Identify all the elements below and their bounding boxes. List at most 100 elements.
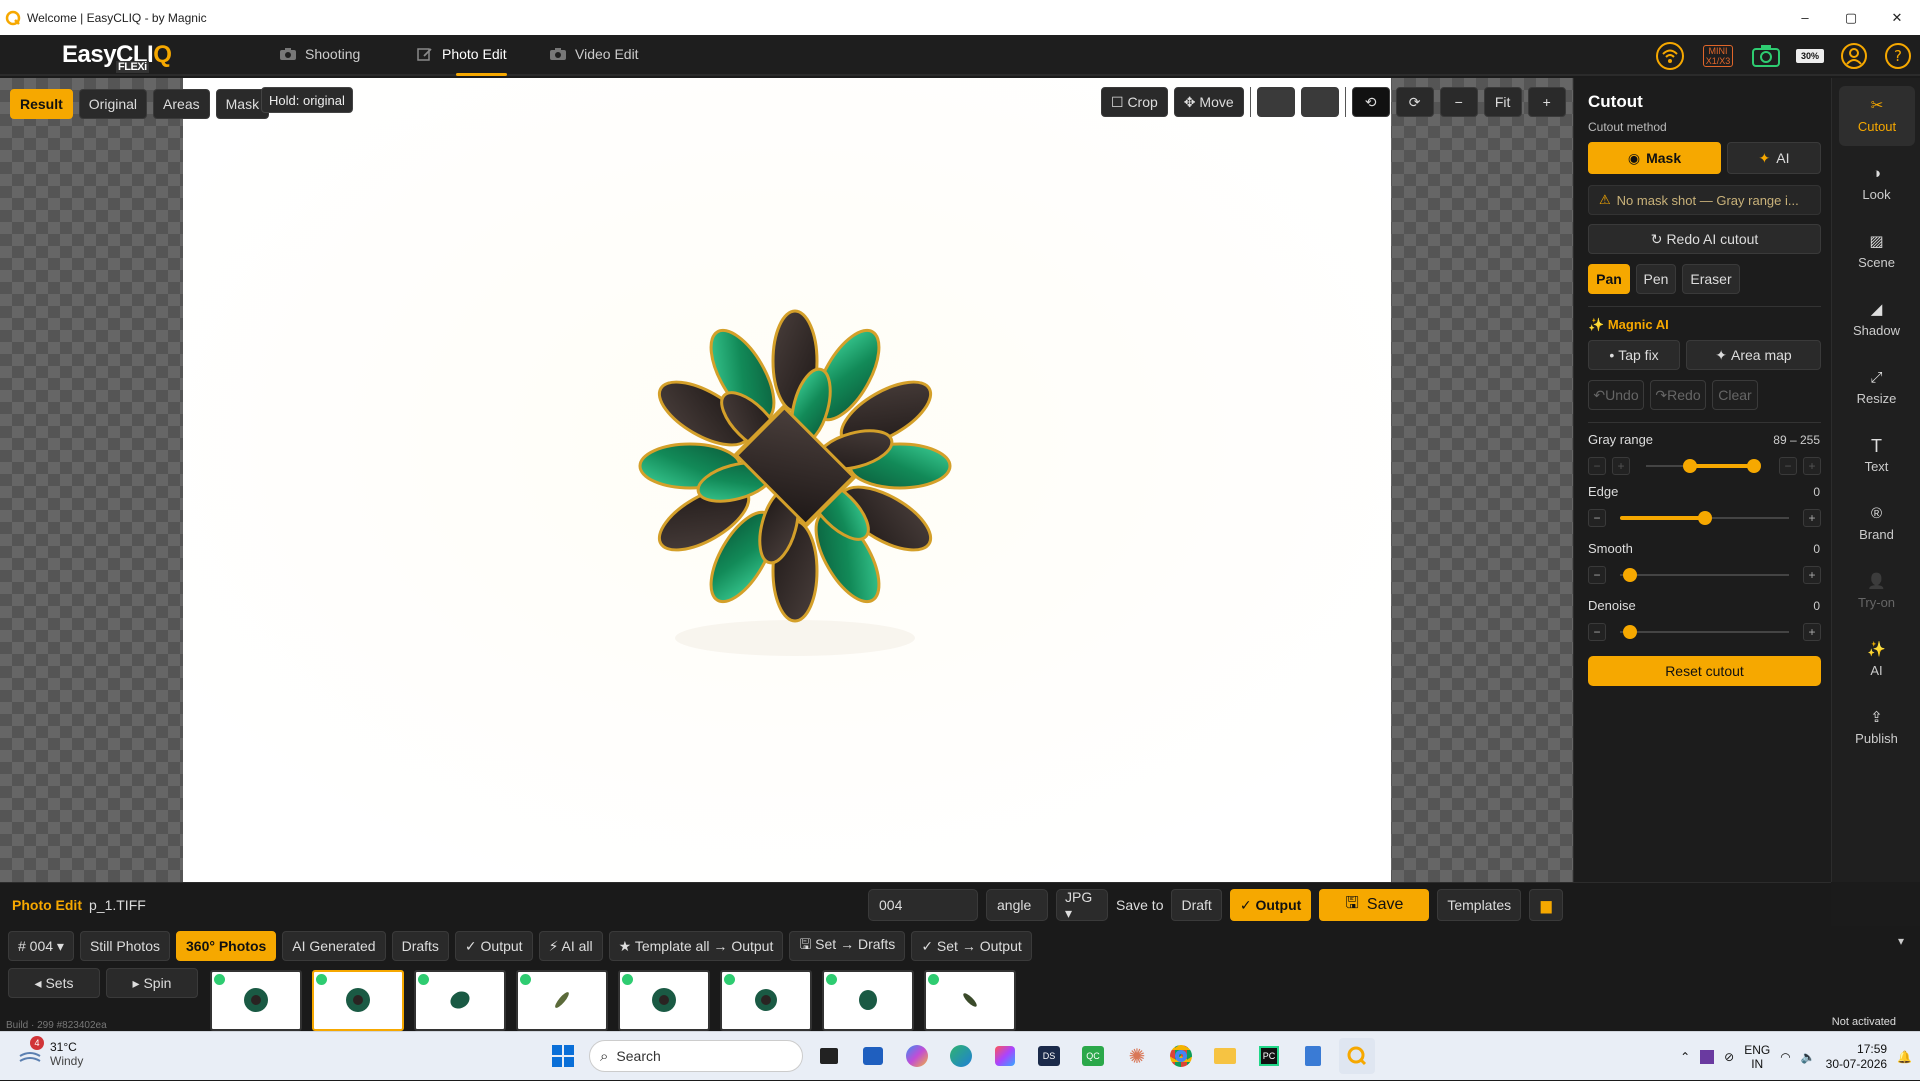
format-select[interactable]: JPG ▾ [1056,889,1108,921]
redo-ai-cutout-button[interactable]: ↻ Redo AI cutout [1588,224,1821,254]
help-icon[interactable]: ? [1882,40,1914,72]
gray-low-knob[interactable] [1683,459,1697,473]
collapse-gallery-button[interactable]: ▾ [1898,934,1904,948]
move-button[interactable]: ✥ Move [1173,87,1244,117]
denoise-increase[interactable]: + [1803,623,1821,641]
smooth-increase[interactable]: + [1803,566,1821,584]
redo-canvas-button[interactable] [1300,87,1339,117]
clock[interactable]: 17:59 30-07-2026 [1826,1042,1887,1072]
gray-low-increase[interactable]: + [1612,457,1630,475]
undo-canvas-button[interactable] [1256,87,1295,117]
thumbnail-7[interactable] [822,970,914,1031]
set-to-drafts-button[interactable]: 🖫 Set → Drafts [789,931,906,961]
smooth-decrease[interactable]: − [1588,566,1606,584]
gray-high-knob[interactable] [1747,459,1761,473]
method-ai-button[interactable]: ✦ AI [1727,142,1821,174]
volume-icon[interactable]: 🔈 [1801,1050,1816,1064]
undo-button[interactable]: ↶ Undo [1588,380,1644,410]
start-button[interactable] [545,1038,581,1074]
camera-status-icon[interactable] [1750,40,1782,72]
tab-areas[interactable]: Areas [153,89,210,119]
nav-tab-shooting[interactable]: Shooting [279,46,360,62]
easycliq-taskbar-icon[interactable] [1339,1038,1375,1074]
sidenav-resize[interactable]: ⤢ Resize [1832,358,1920,418]
thumbnail-1[interactable] [210,970,302,1031]
zoom-in-button[interactable]: + [1527,87,1566,117]
zoom-out-button[interactable]: − [1439,87,1478,117]
taskbar-search[interactable]: ⌕ Search [589,1040,803,1072]
save-button[interactable]: 🖫 Save [1319,889,1430,921]
tab-drafts[interactable]: Drafts [391,931,449,961]
notepad-icon[interactable] [1295,1038,1331,1074]
spin-button[interactable]: ▸ Spin [106,968,198,998]
clickup-icon[interactable] [987,1038,1023,1074]
tab-360-photos[interactable]: 360° Photos [176,931,277,961]
smooth-slider[interactable]: − + [1588,566,1821,584]
edge-knob[interactable] [1698,511,1712,525]
denoise-knob[interactable] [1623,625,1637,639]
smooth-knob[interactable] [1623,568,1637,582]
crop-button[interactable]: ☐ Crop [1101,87,1168,117]
sidenav-brand[interactable]: ® Brand [1832,494,1920,554]
reset-cutout-button[interactable]: Reset cutout [1588,656,1821,686]
gray-low-decrease[interactable]: − [1588,457,1606,475]
sidenav-cutout[interactable]: ✂ Cutout [1839,86,1915,146]
tool-pan[interactable]: Pan [1588,264,1630,294]
save-to-output-button[interactable]: ✓ Output [1229,889,1312,921]
thumbnail-4[interactable] [516,970,608,1031]
sidenav-text[interactable]: T Text [1832,426,1920,486]
thumbnail-6[interactable] [720,970,812,1031]
area-map-button[interactable]: ✦ Area map [1686,340,1821,370]
edge-increase[interactable]: + [1803,509,1821,527]
weather-widget[interactable]: 4 31°C Windy [18,1036,83,1068]
thumbnail-5[interactable] [618,970,710,1031]
language-indicator[interactable]: ENG IN [1744,1043,1770,1071]
qc-app-icon[interactable]: QC [1075,1038,1111,1074]
sidenav-scene[interactable]: ▨ Scene [1832,222,1920,282]
tab-ai-generated[interactable]: AI Generated [282,931,386,961]
chevron-up-icon[interactable]: ⌃ [1680,1050,1690,1064]
thumbnail-8[interactable] [924,970,1016,1031]
claude-icon[interactable]: ✺ [1119,1038,1155,1074]
set-to-output-button[interactable]: ✓ Set → Output [911,931,1032,961]
gray-high-increase[interactable]: + [1803,457,1821,475]
edge-icon[interactable] [943,1038,979,1074]
denoise-decrease[interactable]: − [1588,623,1606,641]
wifi-tray-icon[interactable]: ◠ [1780,1050,1790,1064]
canvas-area[interactable] [0,78,1573,882]
folder-button[interactable]: ▆ [1529,889,1564,921]
notifications-icon[interactable]: 🔔 [1897,1050,1912,1064]
file-explorer-icon[interactable] [1207,1038,1243,1074]
product-photo[interactable] [183,78,1391,882]
close-button[interactable]: ✕ [1874,0,1920,35]
angle-field[interactable]: angle [986,889,1048,921]
store-icon[interactable] [855,1038,891,1074]
gray-range-slider[interactable]: − + − + [1588,457,1821,475]
rotate-left-button[interactable]: ⟲ [1351,87,1390,117]
template-all-output-button[interactable]: ★ Template all → Output [608,931,784,961]
name-field[interactable]: 004 [868,889,978,921]
thumbnail-3[interactable] [414,970,506,1031]
tab-result[interactable]: Result [10,89,73,119]
copilot-icon[interactable] [899,1038,935,1074]
templates-button[interactable]: Templates [1437,889,1522,921]
mini-x1x3-badge[interactable]: MINI X1/X3 [1698,40,1738,72]
user-icon[interactable] [1838,40,1870,72]
denoise-slider[interactable]: − + [1588,623,1821,641]
edge-decrease[interactable]: − [1588,509,1606,527]
maximize-button[interactable]: ▢ [1828,0,1874,35]
chrome-icon[interactable] [1163,1038,1199,1074]
wifi-icon[interactable] [1654,40,1686,72]
ds-app-icon[interactable]: DS [1031,1038,1067,1074]
tray-app-icon[interactable] [1700,1049,1715,1064]
pycharm-icon[interactable]: PC [1251,1038,1287,1074]
nav-tab-photo-edit[interactable]: Photo Edit [416,46,507,76]
save-to-draft-button[interactable]: Draft [1171,889,1222,921]
set-number-select[interactable]: # 004 ▾ [8,931,74,961]
edge-slider[interactable]: − + [1588,509,1821,527]
gray-high-decrease[interactable]: − [1779,457,1797,475]
clear-button[interactable]: Clear [1712,380,1758,410]
sidenav-shadow[interactable]: ◢ Shadow [1832,290,1920,350]
zoom-fit-button[interactable]: Fit [1483,87,1522,117]
sidenav-try-on[interactable]: 👤 Try-on [1832,562,1920,622]
